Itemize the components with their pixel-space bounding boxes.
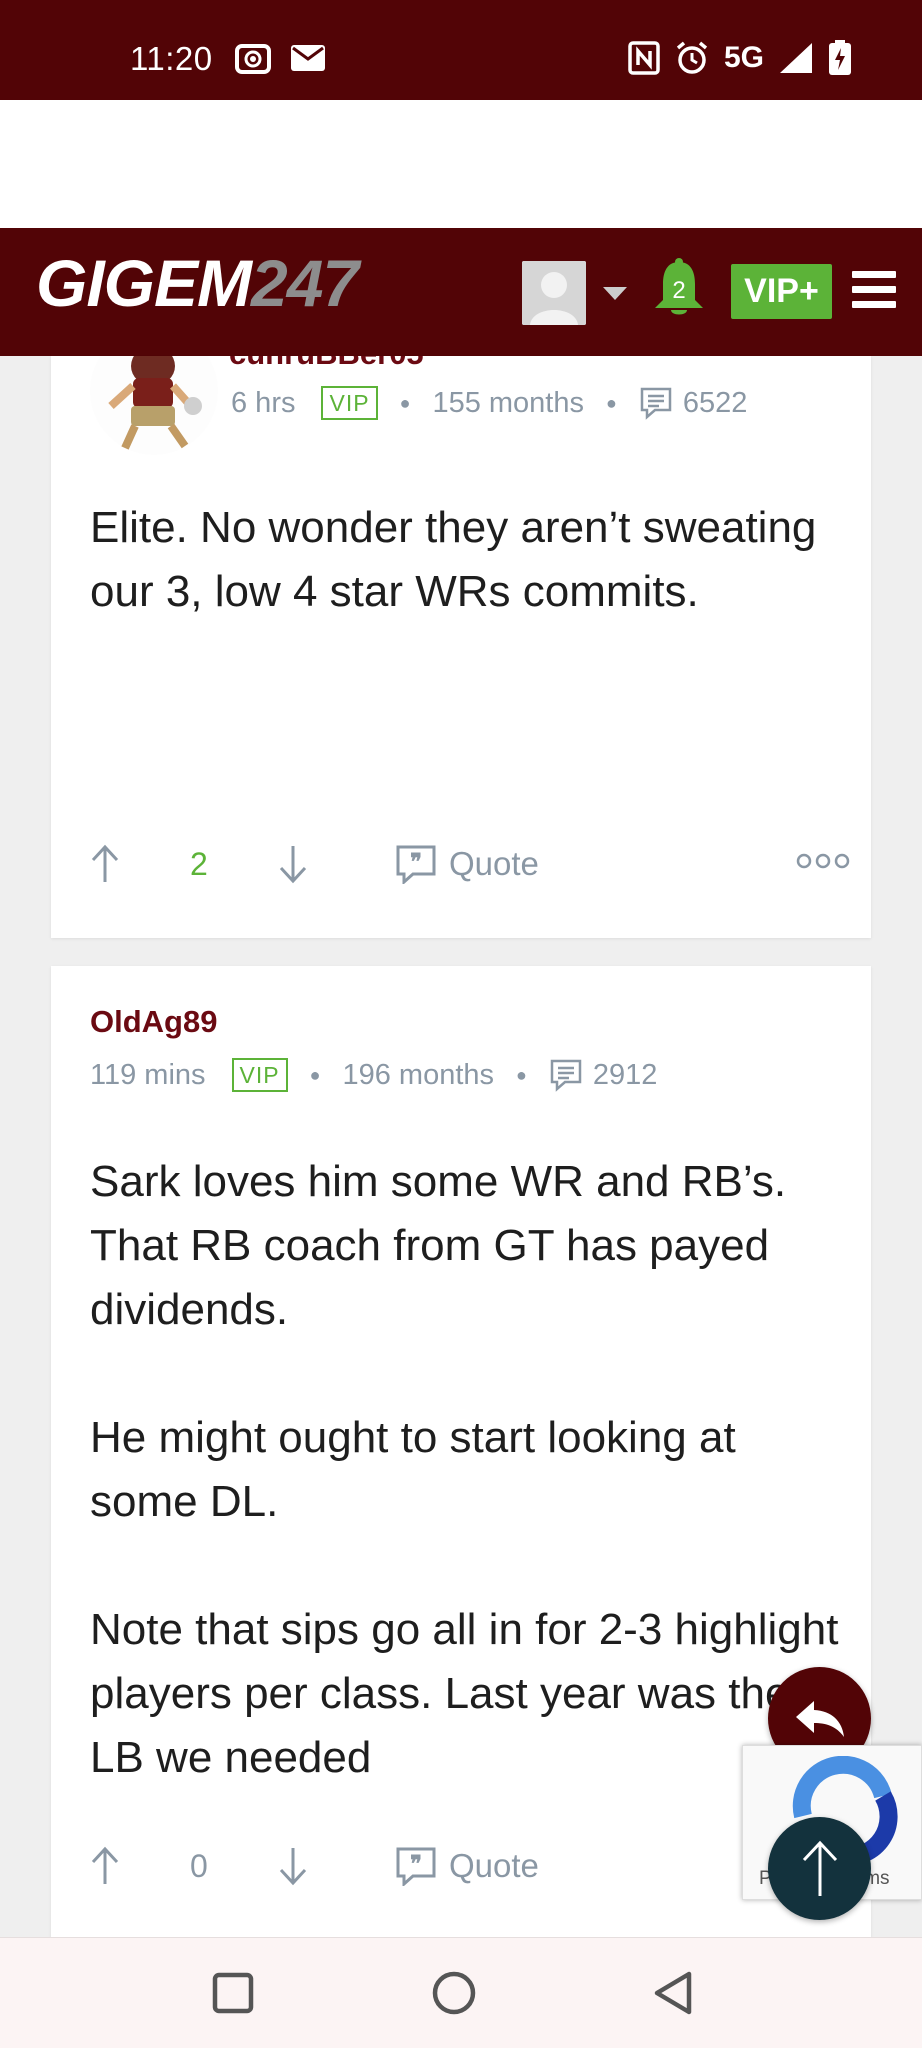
arrow-up-icon bbox=[91, 844, 119, 882]
vip-badge: VIP bbox=[321, 386, 378, 420]
downvote-button[interactable] bbox=[278, 836, 308, 892]
arrow-up-icon bbox=[802, 1840, 837, 1896]
site-logo[interactable]: GIGEM 247 bbox=[36, 246, 359, 320]
separator-dot: ● bbox=[309, 1064, 321, 1085]
user-avatar-button[interactable] bbox=[522, 261, 586, 325]
nfc-icon bbox=[628, 41, 660, 75]
home-circle-icon[interactable] bbox=[431, 1970, 477, 2016]
svg-text:❞: ❞ bbox=[410, 1851, 422, 1876]
arrow-down-icon bbox=[279, 846, 307, 884]
vote-count: 2 bbox=[190, 845, 208, 882]
notification-bell-icon[interactable]: 2 bbox=[651, 258, 707, 320]
post-username[interactable]: OldAg89 bbox=[90, 1004, 217, 1040]
hamburger-menu-icon[interactable] bbox=[852, 271, 896, 316]
vote-count: 0 bbox=[190, 1847, 208, 1884]
vip-badge: VIP bbox=[231, 1058, 288, 1092]
post-body: Elite. No wonder they aren’t sweating ou… bbox=[90, 503, 817, 616]
post-time: 119 mins bbox=[90, 1058, 206, 1091]
notification-count: 2 bbox=[672, 277, 685, 304]
quote-icon: ❞ bbox=[396, 1847, 436, 1886]
reply-arrow-icon bbox=[795, 1700, 844, 1737]
vip-plus-button[interactable]: VIP+ bbox=[731, 264, 832, 319]
quote-icon: ❞ bbox=[396, 845, 436, 884]
screen-record-icon bbox=[235, 44, 271, 74]
svg-text:❞: ❞ bbox=[410, 849, 422, 874]
post-count: 6522 bbox=[682, 386, 748, 419]
user-avatar[interactable] bbox=[89, 356, 219, 456]
downvote-button[interactable] bbox=[278, 1838, 308, 1894]
quote-button[interactable]: ❞ Quote bbox=[395, 1838, 539, 1894]
top-spacer bbox=[0, 100, 922, 228]
separator-dot: ● bbox=[605, 392, 617, 413]
member-tenure: 155 months bbox=[432, 386, 584, 419]
alarm-icon bbox=[676, 41, 708, 74]
message-count-icon bbox=[639, 386, 673, 420]
upvote-button[interactable] bbox=[90, 836, 120, 892]
status-time: 11:20 bbox=[130, 40, 213, 77]
quote-button[interactable]: ❞ Quote bbox=[395, 836, 539, 892]
post-count: 2912 bbox=[592, 1058, 658, 1091]
post-body: Sark loves him some WR and RB’s. That RB… bbox=[90, 1157, 839, 1782]
network-type: 5G bbox=[723, 41, 764, 74]
arrow-up-icon bbox=[91, 1846, 119, 1884]
status-bar: 11:20 5G bbox=[0, 0, 922, 100]
upvote-button[interactable] bbox=[90, 1838, 120, 1894]
separator-dot: ● bbox=[516, 1064, 527, 1085]
back-triangle-icon[interactable] bbox=[652, 1970, 694, 2016]
member-tenure: 196 months bbox=[342, 1058, 495, 1091]
post-meta: 119 mins VIP ● 196 months ● 2912 bbox=[90, 1058, 657, 1092]
default-avatar-icon bbox=[522, 261, 586, 325]
message-count-icon bbox=[549, 1058, 583, 1092]
arrow-down-icon bbox=[279, 1848, 307, 1886]
chevron-down-icon[interactable] bbox=[603, 287, 627, 301]
post-actions: 0 ❞ Quote bbox=[90, 1838, 850, 1894]
post-meta: 6 hrs VIP ● 155 months ● 6522 bbox=[231, 386, 747, 420]
separator-dot: ● bbox=[399, 392, 411, 413]
recents-square-icon[interactable] bbox=[212, 1972, 254, 2014]
post-time: 6 hrs bbox=[231, 386, 296, 419]
post-username[interactable]: cunruBBer05 bbox=[229, 356, 424, 372]
more-options-icon[interactable] bbox=[796, 852, 850, 870]
scroll-to-top-button[interactable] bbox=[768, 1817, 871, 1920]
battery-charging-icon bbox=[829, 40, 851, 75]
post-card: cunruBBer05 6 hrs VIP ● 155 months ● 652… bbox=[51, 356, 871, 938]
status-right-icons: 5G bbox=[628, 40, 852, 76]
signal-icon bbox=[780, 43, 812, 73]
mail-icon bbox=[291, 45, 325, 71]
post-actions: 2 ❞ Quote bbox=[90, 836, 850, 892]
system-nav-bar bbox=[0, 1937, 922, 2048]
